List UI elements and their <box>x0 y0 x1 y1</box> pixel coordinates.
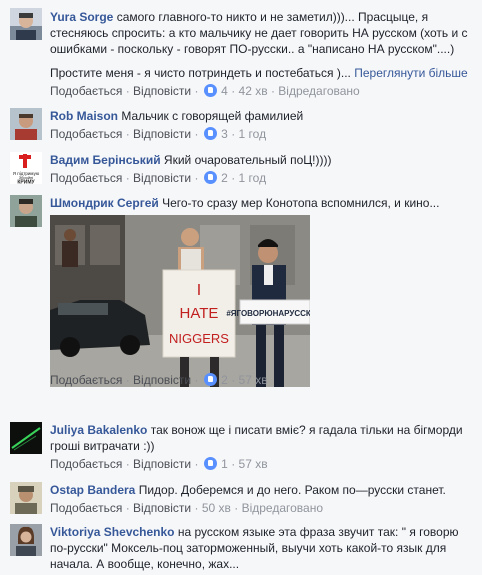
timestamp[interactable]: 42 хв <box>239 84 268 98</box>
reply-button[interactable]: Відповісти <box>133 457 191 471</box>
avatar[interactable] <box>10 422 42 454</box>
like-count[interactable]: 2 <box>221 373 228 387</box>
timestamp[interactable]: 1 год <box>239 171 267 185</box>
comment-author[interactable]: Шмондрик Сергей <box>50 196 159 210</box>
timestamp[interactable]: 50 хв <box>202 501 231 515</box>
like-button[interactable]: Подобається <box>50 127 122 141</box>
avatar[interactable] <box>10 195 42 227</box>
timestamp[interactable]: 57 хв <box>239 457 268 471</box>
avatar[interactable] <box>10 482 42 514</box>
comment-actions: Подобається · Відповісти · 3 · 1 год <box>50 127 267 141</box>
timestamp[interactable]: 1 год <box>239 127 267 141</box>
like-icon <box>203 127 217 140</box>
comment-text: Пидор. Доберемся и до него. Раком по—рус… <box>138 483 446 497</box>
comment-actions: Подобається · Відповісти · 2 · 57 хв <box>50 373 268 387</box>
like-icon <box>203 457 217 470</box>
comment-text: гроші витрачати :)) <box>50 439 155 453</box>
like-icon <box>203 171 217 184</box>
comment-author[interactable]: Juliya Bakalenko <box>50 423 147 437</box>
comment-actions: Подобається · Відповісти · 4 · 42 хв · В… <box>50 84 360 98</box>
comment-text: на русском языке эта фраза звучит так: "… <box>177 525 459 539</box>
comment-actions: Подобається · Відповісти · 1 · 57 хв <box>50 457 268 471</box>
comment-text: стесняюсь спросить: а кто мальчику не да… <box>50 26 468 40</box>
comment-text: Чего-то сразу мер Конотопа вспомнился, и… <box>162 196 440 210</box>
sign-text-line-1: I <box>197 282 201 299</box>
comment-actions: Подобається · Відповісти · 2 · 1 год <box>50 171 267 185</box>
comment-author[interactable]: Viktoriya Shevchenko <box>50 525 175 539</box>
avatar[interactable] <box>10 8 42 40</box>
comment-author[interactable]: Yura Sorge <box>50 10 113 24</box>
comment-thread: Yura Sorge самого главного-то никто и не… <box>0 0 482 575</box>
comment-text: так вонож ще і писати вміє? я гадала тіл… <box>150 423 463 437</box>
see-more-link[interactable]: Переглянути більше <box>354 66 468 80</box>
like-button[interactable]: Подобається <box>50 84 122 98</box>
attached-photo[interactable]: I HATE NIGGERS #ЯГОВОРЮНАРУССКОМ <box>50 215 310 387</box>
comment-text: ошибками - поскольку - говорят ПО-русски… <box>50 42 455 56</box>
reply-button[interactable]: Відповісти <box>133 84 191 98</box>
like-count[interactable]: 1 <box>221 457 228 471</box>
like-button[interactable]: Подобається <box>50 501 122 515</box>
comment-text: Який очаровательный поЦ!)))) <box>163 153 332 167</box>
like-icon <box>203 84 217 97</box>
edited-label[interactable]: Відредаговано <box>278 84 359 98</box>
comment-text: по-русски" Моксель-поц заторможенный, вы… <box>50 541 447 555</box>
reply-button[interactable]: Відповісти <box>133 171 191 185</box>
timestamp[interactable]: 57 хв <box>239 373 268 387</box>
sign-text-line-3: NIGGERS <box>169 331 229 346</box>
comment-author[interactable]: Rob Maison <box>50 109 118 123</box>
comment-text: Мальчик с говорящей фамилией <box>121 109 304 123</box>
reply-button[interactable]: Відповісти <box>133 501 191 515</box>
reply-button[interactable]: Відповісти <box>133 373 191 387</box>
like-count[interactable]: 4 <box>221 84 228 98</box>
comment-text: Простите меня - я чисто потриндеть и пос… <box>50 66 351 80</box>
avatar[interactable] <box>10 524 42 556</box>
like-count[interactable]: 3 <box>221 127 228 141</box>
comment-author[interactable]: Ostap Bandera <box>50 483 135 497</box>
comment-text: самого главного-то никто и не заметил)))… <box>116 10 429 24</box>
like-button[interactable]: Подобається <box>50 457 122 471</box>
comment-actions: Подобається · Відповісти · 50 хв · Відре… <box>50 501 324 515</box>
reply-button[interactable]: Відповісти <box>133 127 191 141</box>
like-button[interactable]: Подобається <box>50 171 122 185</box>
like-count[interactable]: 2 <box>221 171 228 185</box>
avatar[interactable] <box>10 108 42 140</box>
comment-author[interactable]: Вадим Берінський <box>50 153 161 167</box>
like-button[interactable]: Подобається <box>50 373 122 387</box>
edited-label[interactable]: Відредаговано <box>242 501 323 515</box>
like-icon <box>203 373 217 386</box>
avatar[interactable]: Я підтримую Збройні КРИМУ <box>10 152 42 184</box>
sign-text-line-2: HATE <box>180 305 219 322</box>
svg-text:КРИМУ: КРИМУ <box>17 180 35 185</box>
sign-hashtag-text: #ЯГОВОРЮНАРУССКОМ <box>226 309 310 318</box>
comment-text: начала. А вообще, конечно, жах... <box>50 557 240 571</box>
